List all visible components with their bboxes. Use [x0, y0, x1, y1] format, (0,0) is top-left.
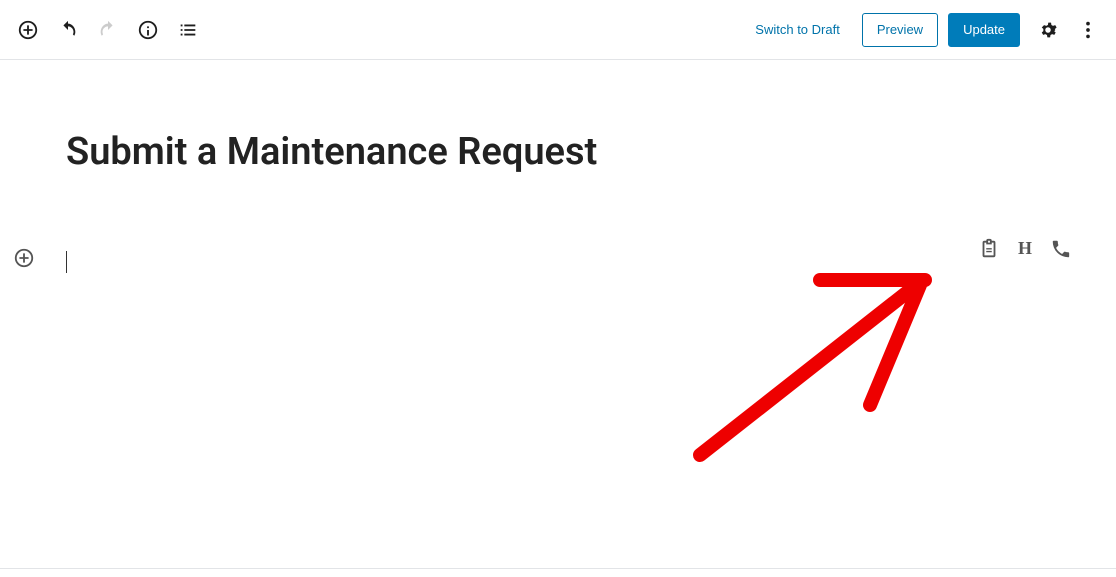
form-block-suggestion[interactable] [978, 238, 1000, 260]
undo-button[interactable] [50, 12, 86, 48]
gear-icon [1037, 19, 1059, 41]
undo-icon [57, 19, 79, 41]
bottom-divider [0, 568, 1116, 569]
redo-icon [97, 19, 119, 41]
annotation-arrow [670, 255, 970, 475]
list-outline-icon [177, 19, 199, 41]
content-info-button[interactable] [130, 12, 166, 48]
editor-canvas: Submit a Maintenance Request H [0, 130, 1116, 280]
more-vertical-icon [1077, 19, 1099, 41]
add-block-button[interactable] [10, 12, 46, 48]
empty-block-row: H [0, 244, 1116, 280]
block-type-suggestions: H [978, 238, 1072, 260]
inline-add-block-button[interactable] [10, 244, 38, 272]
phone-icon [1050, 238, 1072, 260]
more-options-button[interactable] [1070, 12, 1106, 48]
update-button[interactable]: Update [948, 13, 1020, 47]
phone-block-suggestion[interactable] [1050, 238, 1072, 260]
toolbar-right-group: Switch to Draft Preview Update [743, 12, 1106, 48]
page-title[interactable]: Submit a Maintenance Request [66, 130, 1116, 176]
editor-toolbar: Switch to Draft Preview Update [0, 0, 1116, 60]
toolbar-left-group [10, 12, 206, 48]
redo-button[interactable] [90, 12, 126, 48]
info-icon [137, 19, 159, 41]
settings-button[interactable] [1030, 12, 1066, 48]
page-title-wrap: Submit a Maintenance Request [66, 130, 1116, 176]
text-caret[interactable] [66, 251, 67, 273]
switch-to-draft-button[interactable]: Switch to Draft [743, 12, 852, 48]
clipboard-icon [978, 238, 1000, 260]
heading-block-suggestion[interactable]: H [1018, 238, 1032, 259]
preview-button[interactable]: Preview [862, 13, 938, 47]
block-navigation-button[interactable] [170, 12, 206, 48]
plus-circle-icon [13, 247, 35, 269]
plus-circle-icon [17, 19, 39, 41]
